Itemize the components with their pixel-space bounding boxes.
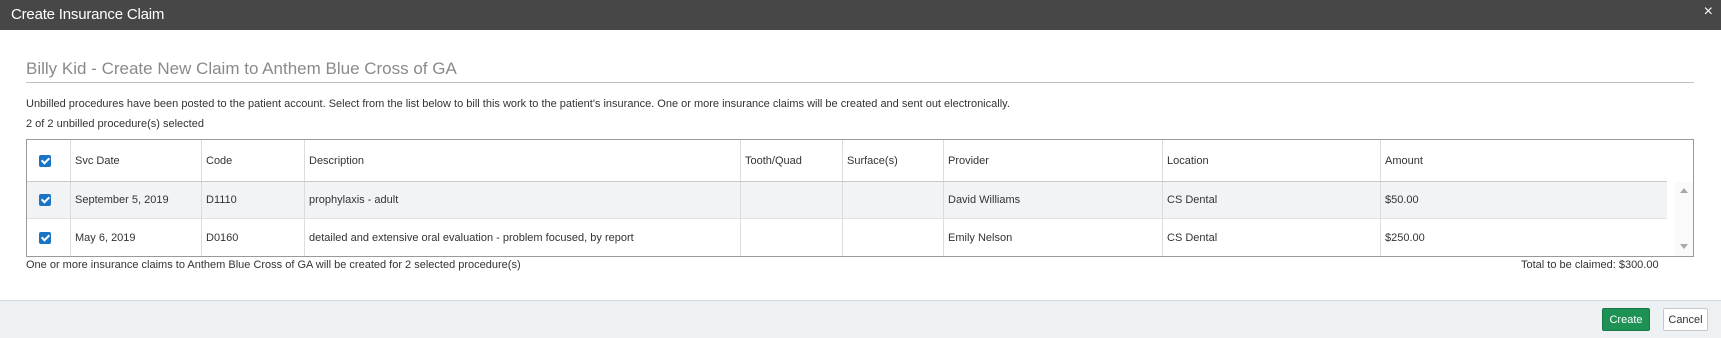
total-claimed: Total to be claimed: $300.00 bbox=[1521, 259, 1659, 271]
page-title: Billy Kid - Create New Claim to Anthem B… bbox=[26, 59, 457, 78]
heading-divider bbox=[26, 82, 1694, 83]
description-cell: detailed and extensive oral evaluation -… bbox=[305, 219, 741, 256]
description-cell: prophylaxis - adult bbox=[305, 182, 741, 218]
column-header-surfaces[interactable]: Surface(s) bbox=[843, 140, 944, 181]
dialog-titlebar: Create Insurance Claim × bbox=[0, 0, 1721, 30]
table-row[interactable]: September 5, 2019 D1110 prophylaxis - ad… bbox=[27, 182, 1667, 219]
select-all-checkbox[interactable] bbox=[39, 154, 51, 167]
table-scrollbar[interactable] bbox=[1675, 182, 1693, 256]
code-cell: D1110 bbox=[202, 182, 305, 218]
scroll-down-arrow-icon[interactable] bbox=[1680, 244, 1688, 249]
amount-cell: $50.00 bbox=[1385, 194, 1419, 206]
code-cell: D0160 bbox=[202, 219, 305, 256]
tooth-quad-cell bbox=[741, 219, 843, 256]
close-icon[interactable]: × bbox=[1704, 3, 1713, 21]
column-header-tooth-quad[interactable]: Tooth/Quad bbox=[741, 140, 843, 181]
create-button[interactable]: Create bbox=[1602, 308, 1650, 331]
column-header-provider[interactable]: Provider bbox=[944, 140, 1163, 181]
row-checkbox[interactable] bbox=[39, 194, 51, 206]
location-cell: CS Dental bbox=[1163, 182, 1381, 218]
row-checkbox-cell bbox=[27, 182, 71, 218]
provider-cell: David Williams bbox=[944, 182, 1163, 218]
table-header: Svc Date Code Description Tooth/Quad Sur… bbox=[27, 140, 1667, 182]
surfaces-cell bbox=[843, 219, 944, 256]
row-checkbox[interactable] bbox=[39, 231, 51, 244]
scroll-up-arrow-icon[interactable] bbox=[1680, 188, 1688, 193]
dialog-title: Create Insurance Claim bbox=[11, 6, 165, 23]
amount-cell: $250.00 bbox=[1385, 231, 1425, 244]
column-header-code[interactable]: Code bbox=[202, 140, 305, 181]
column-header-amount[interactable]: Amount bbox=[1381, 140, 1667, 181]
table-row[interactable]: May 6, 2019 D0160 detailed and extensive… bbox=[27, 219, 1667, 256]
location-cell: CS Dental bbox=[1163, 219, 1381, 256]
svc-date-cell: September 5, 2019 bbox=[71, 182, 202, 218]
procedures-table: Svc Date Code Description Tooth/Quad Sur… bbox=[26, 139, 1694, 257]
column-header-location[interactable]: Location bbox=[1163, 140, 1381, 181]
column-header-description[interactable]: Description bbox=[305, 140, 741, 181]
provider-cell: Emily Nelson bbox=[944, 219, 1163, 256]
dialog-footer-bar bbox=[0, 300, 1721, 338]
selected-count-text: 2 of 2 unbilled procedure(s) selected bbox=[26, 118, 204, 130]
cancel-button[interactable]: Cancel bbox=[1663, 308, 1708, 331]
column-header-svc-date[interactable]: Svc Date bbox=[71, 140, 202, 181]
intro-text: Unbilled procedures have been posted to … bbox=[26, 98, 1010, 110]
header-checkbox-cell bbox=[27, 140, 71, 181]
svc-date-cell: May 6, 2019 bbox=[71, 219, 202, 256]
surfaces-cell bbox=[843, 182, 944, 218]
tooth-quad-cell bbox=[741, 182, 843, 218]
row-checkbox-cell bbox=[27, 219, 71, 256]
claim-summary-note: One or more insurance claims to Anthem B… bbox=[26, 259, 521, 271]
